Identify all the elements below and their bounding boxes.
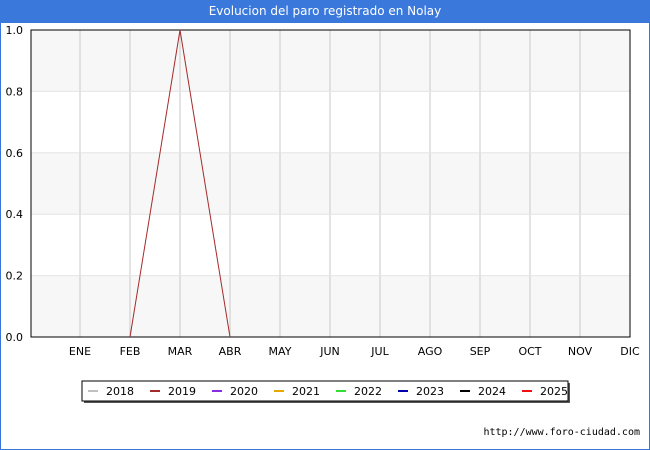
y-tick-label: 0.4 xyxy=(6,208,24,221)
x-tick-label: FEB xyxy=(120,345,141,358)
x-tick-label: ABR xyxy=(219,345,242,358)
x-tick-label: NOV xyxy=(568,345,593,358)
x-tick-label: SEP xyxy=(470,345,491,358)
x-tick-label: JUN xyxy=(319,345,340,358)
y-tick-label: 1.0 xyxy=(6,24,24,37)
legend-label: 2025 xyxy=(540,385,568,398)
y-tick-label: 0.0 xyxy=(6,331,24,344)
x-axis-ticks: ENE FEB MAR ABR MAY JUN JUL AGO SEP OCT NOV DIC xyxy=(69,345,640,358)
line-chart: 0.0 0.2 0.4 0.6 0.8 1.0 ENE FEB MAR ABR MAY JUN JUL… xyxy=(6,24,640,403)
y-tick-label: 0.2 xyxy=(6,270,24,283)
y-tick-label: 0.8 xyxy=(6,85,24,98)
legend-label: 2023 xyxy=(416,385,444,398)
y-axis-ticks: 0.0 0.2 0.4 0.6 0.8 1.0 xyxy=(6,24,24,344)
legend-label: 2020 xyxy=(230,385,258,398)
legend-label: 2021 xyxy=(292,385,320,398)
legend: 2018 2019 2020 2021 2022 2023 2024 2025 xyxy=(81,380,570,403)
y-tick-label: 0.6 xyxy=(6,147,24,160)
x-tick-label: AGO xyxy=(418,345,443,358)
x-tick-label: JUL xyxy=(370,345,389,358)
legend-label: 2018 xyxy=(106,385,134,398)
legend-label: 2024 xyxy=(478,385,506,398)
x-tick-label: ENE xyxy=(69,345,91,358)
x-tick-label: MAR xyxy=(168,345,193,358)
x-tick-label: DIC xyxy=(620,345,640,358)
x-tick-label: MAY xyxy=(269,345,292,358)
source-credit: http://www.foro-ciudad.com xyxy=(483,427,640,438)
legend-label: 2019 xyxy=(168,385,196,398)
x-tick-label: OCT xyxy=(518,345,541,358)
legend-label: 2022 xyxy=(354,385,382,398)
